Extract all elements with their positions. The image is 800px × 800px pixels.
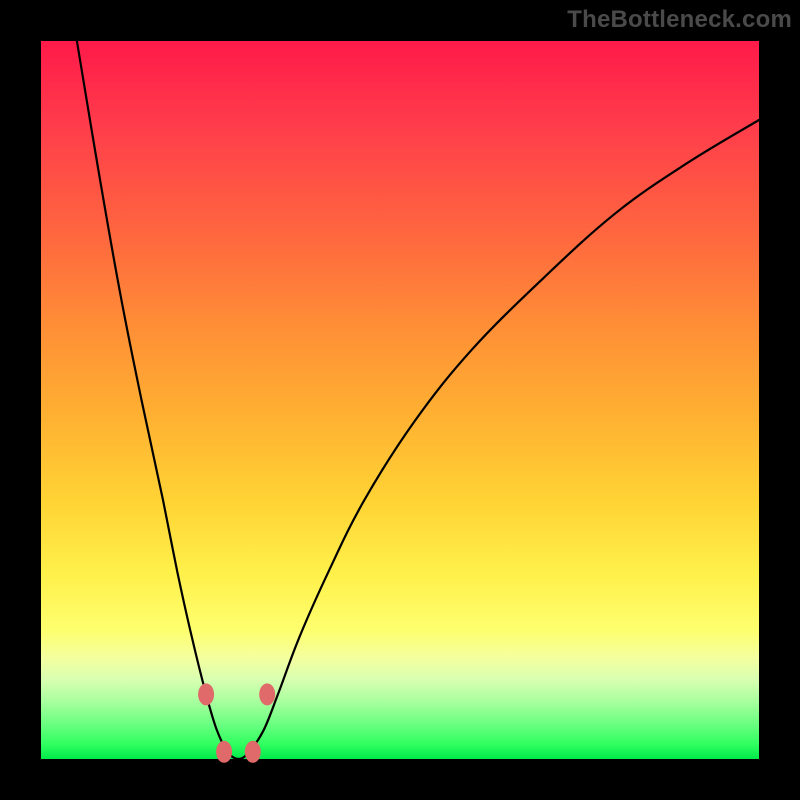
curve-marker bbox=[259, 683, 275, 705]
curve-marker bbox=[198, 683, 214, 705]
curve-marker bbox=[216, 741, 232, 763]
curve-marker bbox=[245, 741, 261, 763]
curve-markers bbox=[198, 683, 275, 762]
bottleneck-curve bbox=[77, 41, 759, 759]
outer-frame: TheBottleneck.com bbox=[0, 0, 800, 800]
watermark-text: TheBottleneck.com bbox=[567, 6, 792, 34]
curve-layer bbox=[41, 41, 759, 759]
